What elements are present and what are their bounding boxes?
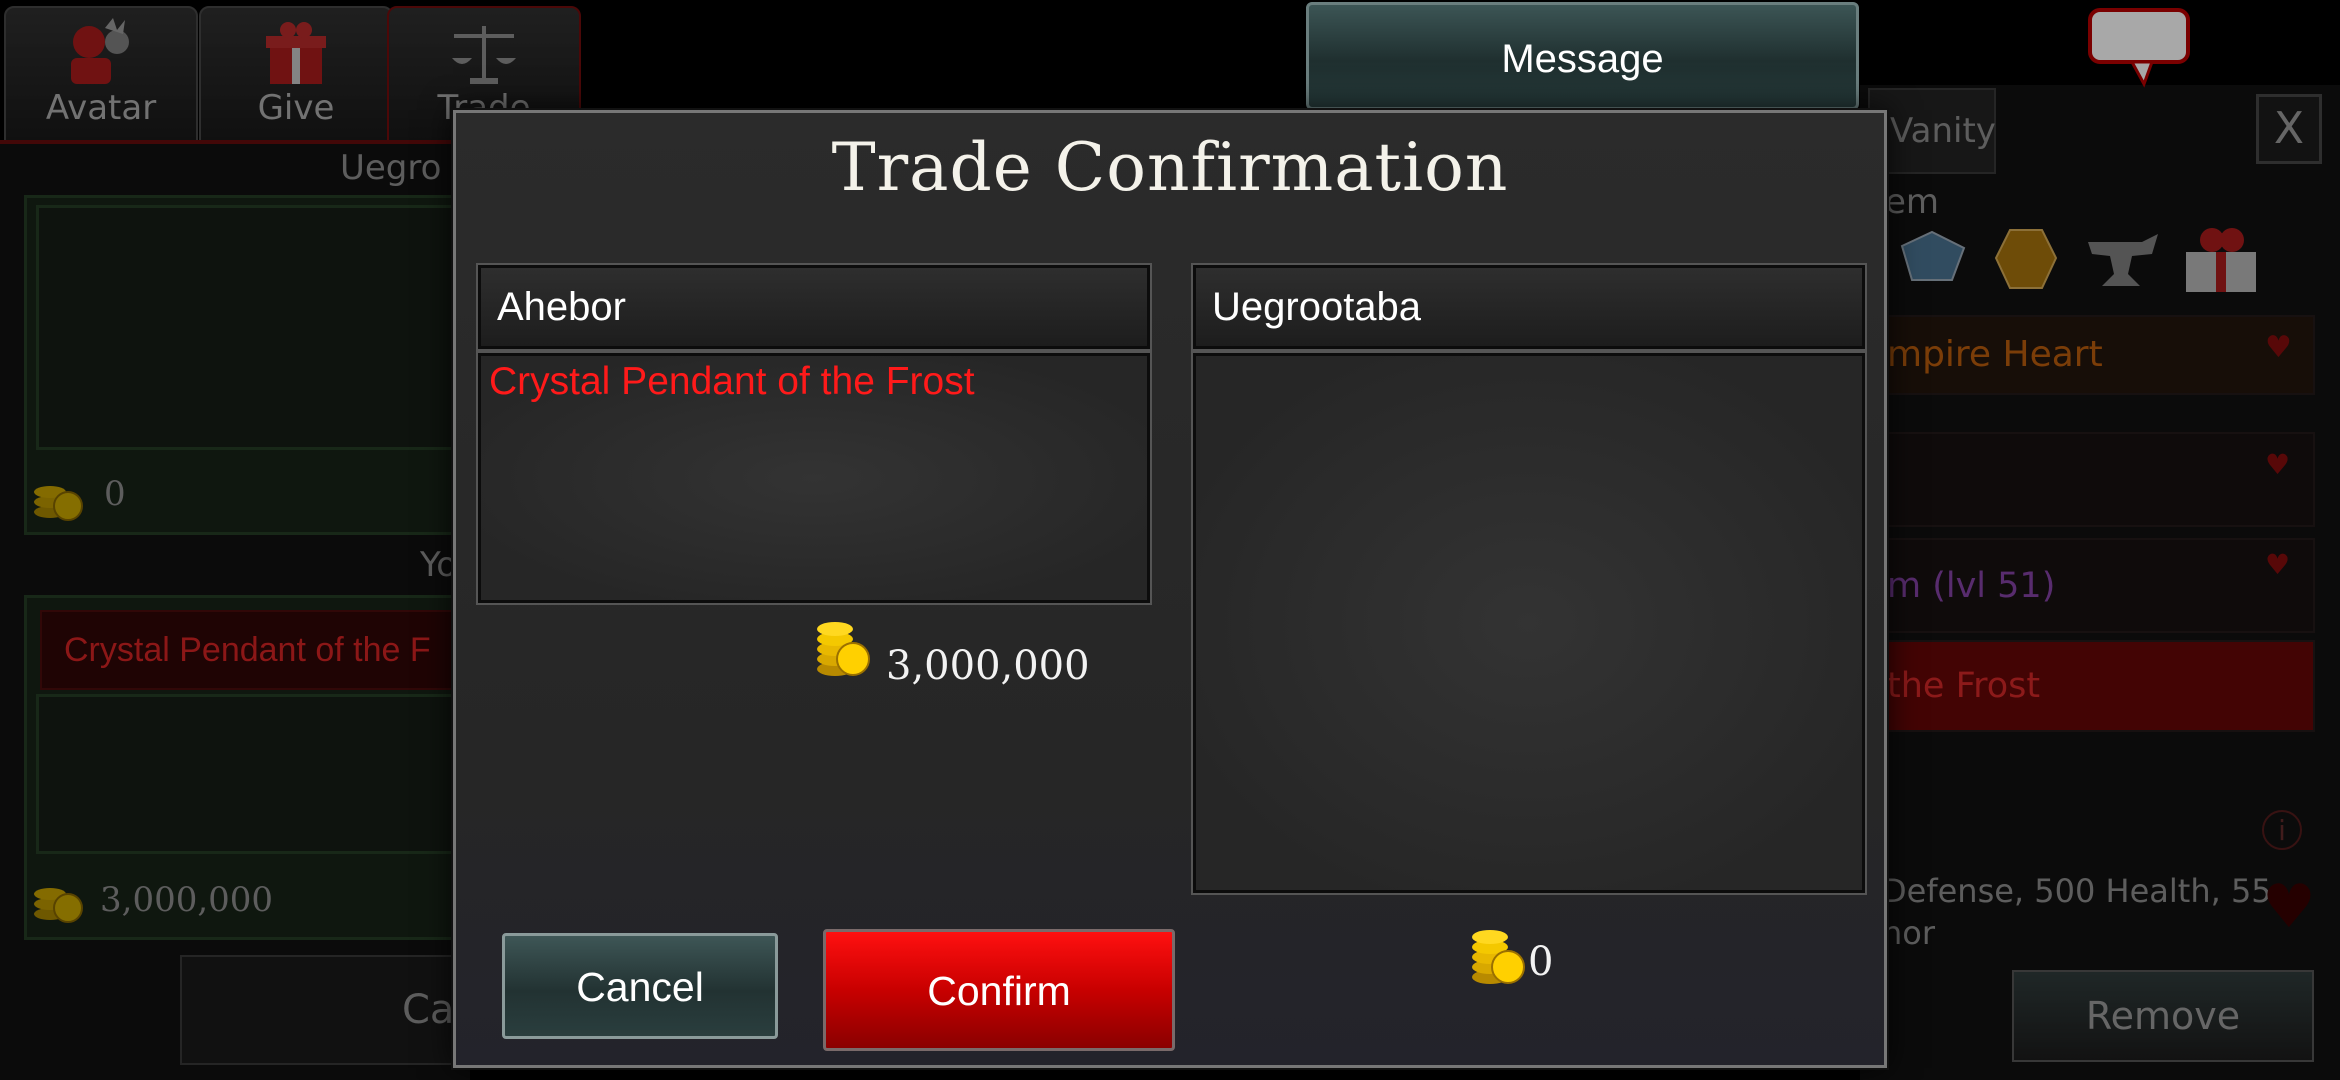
amber-gem-icon[interactable] <box>1990 222 2062 294</box>
dialog-title: Trade Confirmation <box>831 129 1509 206</box>
message-button[interactable]: Message <box>1306 2 1859 110</box>
right-items-box <box>1191 351 1867 895</box>
trade-confirmation-dialog: Trade Confirmation Ahebor Crystal Pendan… <box>453 110 1887 1068</box>
your-item-row[interactable]: Crystal Pendant of the F <box>40 610 454 690</box>
inventory-row-selected[interactable]: mpire Heart <box>1875 315 2315 395</box>
your-item-area <box>36 694 454 854</box>
info-icon[interactable]: i <box>2262 810 2302 850</box>
partner-heading: Uegro <box>340 148 442 188</box>
inventory-row-frost[interactable]: the Frost <box>1875 640 2315 732</box>
gold-coins-icon <box>817 622 870 676</box>
gift-icon <box>266 22 326 84</box>
gold-coins-icon <box>34 888 83 923</box>
left-gold-amount: 3,000,000 <box>886 643 1090 689</box>
gold-coins-icon <box>34 486 83 521</box>
tab-give[interactable]: Give <box>199 6 393 142</box>
close-button[interactable]: X <box>2256 94 2322 164</box>
item-stats: Defense, 500 Health, 55 nor <box>1882 870 2272 954</box>
your-gold-amount: 3,000,000 <box>100 880 274 920</box>
remove-button[interactable]: Remove <box>2012 970 2314 1062</box>
right-player-name: Uegrootaba <box>1191 263 1867 351</box>
gold-coins-icon <box>1472 930 1525 984</box>
bg-cancel-button[interactable]: Ca <box>180 955 470 1065</box>
heart-icon: ♥ <box>2265 548 2291 581</box>
gem-icon[interactable] <box>1892 226 1972 290</box>
left-items-box: Crystal Pendant of the Frost <box>476 351 1152 605</box>
tab-label: Give <box>257 88 335 128</box>
partner-item-area <box>36 205 454 450</box>
left-player-name: Ahebor <box>476 263 1152 351</box>
right-gold-amount: 0 <box>1528 939 1554 985</box>
scales-icon <box>452 26 516 84</box>
item-stats-line: Defense, 500 Health, 55 <box>1882 872 2272 910</box>
item-heading: em <box>1885 182 1940 222</box>
avatar-icon <box>71 18 129 84</box>
tab-label: Avatar <box>45 88 157 128</box>
cancel-button[interactable]: Cancel <box>502 933 778 1039</box>
heart-icon: ♥ <box>2265 448 2291 481</box>
heart-icon: ♥ <box>2265 330 2292 365</box>
tab-vanity[interactable]: Vanity <box>1868 88 1996 174</box>
you-heading: Yo <box>420 545 458 585</box>
left-item-entry: Crystal Pendant of the Frost <box>489 360 975 403</box>
inventory-row-lvl[interactable]: m (lvl 51) <box>1875 538 2315 633</box>
favorite-heart-icon[interactable]: ♥ <box>2262 872 2316 942</box>
chat-bubble-icon[interactable] <box>2086 6 2196 88</box>
item-stats-line: nor <box>1882 914 1936 952</box>
anvil-icon[interactable] <box>2082 226 2164 292</box>
inventory-row[interactable] <box>1875 432 2315 527</box>
gift-chest-icon[interactable] <box>2178 222 2264 298</box>
tab-avatar[interactable]: Avatar <box>4 6 198 142</box>
partner-gold-amount: 0 <box>104 474 126 514</box>
confirm-button[interactable]: Confirm <box>823 929 1175 1051</box>
